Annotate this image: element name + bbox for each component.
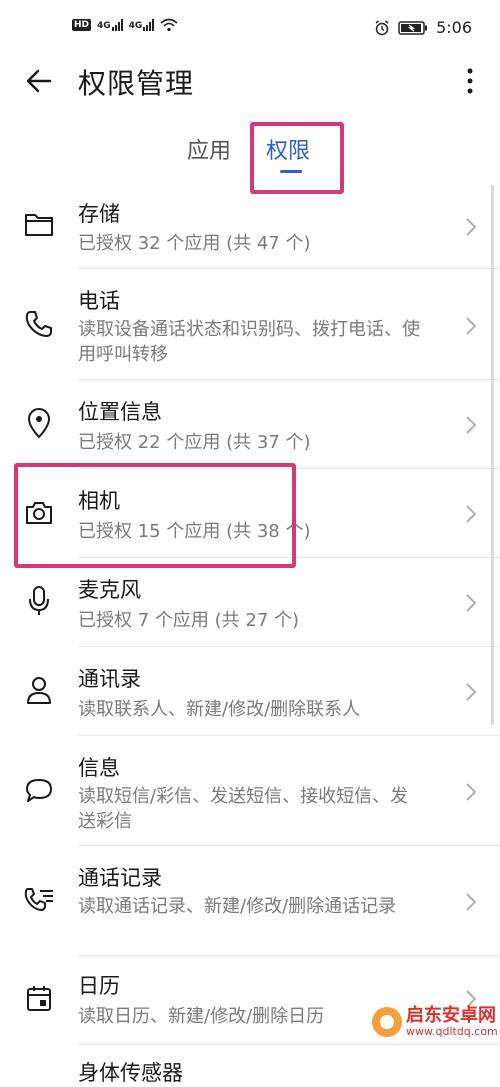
sim2-label: 4G [128, 21, 143, 31]
permission-name: 位置信息 [78, 400, 162, 424]
permission-row-location[interactable]: 位置信息 已授权 22 个应用 (共 37 个) [0, 380, 500, 469]
chevron-right-icon [466, 893, 477, 911]
wifi-icon [160, 18, 178, 32]
permission-list: 存储 已授权 32 个应用 (共 47 个) 电话 读取设备通话状态和识别码、拨… [0, 180, 500, 1085]
chevron-right-icon [466, 783, 477, 801]
tab-active-indicator [280, 170, 302, 173]
chevron-right-icon [466, 683, 477, 701]
tab-apps[interactable]: 应用 [187, 133, 231, 165]
permission-desc: 读取通话记录、新建/修改/删除通话记录 [78, 896, 397, 917]
chevron-right-icon [466, 594, 477, 612]
status-left: HD 4G 4G [72, 18, 178, 32]
clock: 5:06 [436, 18, 472, 37]
phone-icon [22, 307, 56, 341]
status-bar: HD 4G 4G 5:06 [0, 0, 500, 58]
watermark-title: 启东安卓网 [406, 1005, 496, 1026]
permission-desc: 读取设备通话状态和识别码、拨打电话、使用呼叫转移 [78, 319, 420, 365]
permission-name: 通话记录 [78, 866, 162, 890]
alarm-icon [375, 19, 389, 35]
hd-badge: HD [72, 19, 92, 31]
permission-desc: 读取短信/彩信、发送短信、接收短信、发送彩信 [78, 786, 409, 832]
tab-permissions[interactable]: 权限 [266, 133, 310, 165]
calendar-icon [22, 982, 56, 1016]
watermark: 启东安卓网 www.qdltdq.com [372, 1006, 498, 1038]
permission-row-storage[interactable]: 存储 已授权 32 个应用 (共 47 个) [0, 180, 500, 269]
message-bubble-icon [22, 774, 56, 808]
camera-icon [22, 496, 56, 530]
chevron-right-icon [466, 317, 477, 335]
permission-name: 通讯录 [78, 667, 141, 691]
permission-name: 相机 [78, 489, 120, 513]
watermark-logo [372, 1007, 402, 1037]
chevron-right-icon [466, 218, 477, 236]
sim1-label: 4G [97, 21, 111, 31]
sim1-signal-icon: 4G [97, 19, 123, 31]
permission-row-messages[interactable]: 信息 读取短信/彩信、发送短信、接收短信、发送彩信 [0, 736, 500, 846]
scrollbar[interactable] [491, 185, 494, 725]
folder-icon [22, 207, 56, 241]
permission-desc: 已授权 22 个应用 (共 37 个) [78, 432, 311, 453]
more-vertical-icon[interactable] [460, 66, 480, 96]
call-log-icon [22, 884, 56, 918]
chevron-right-icon [466, 416, 477, 434]
permission-desc: 读取联系人、新建/修改/删除联系人 [78, 699, 361, 720]
app-header: 权限管理 [0, 58, 500, 108]
arrow-left-icon[interactable] [24, 66, 54, 96]
permission-row-body-sensors[interactable]: 身体传感器 [0, 1045, 500, 1085]
status-right: 5:06 [374, 18, 472, 37]
permission-name: 麦克风 [78, 578, 141, 602]
contact-icon [22, 673, 56, 707]
permission-row-camera[interactable]: 相机 已授权 15 个应用 (共 38 个) [0, 469, 500, 558]
tab-bar: 应用 权限 [0, 128, 500, 180]
permission-row-contacts[interactable]: 通讯录 读取联系人、新建/修改/删除联系人 [0, 647, 500, 736]
permission-desc: 已授权 7 个应用 (共 27 个) [78, 610, 300, 631]
sim2-signal-icon: 4G [129, 19, 155, 31]
permission-row-phone[interactable]: 电话 读取设备通话状态和识别码、拨打电话、使用呼叫转移 [0, 269, 500, 380]
watermark-url: www.qdltdq.com [406, 1025, 498, 1038]
battery-charging-icon [398, 20, 428, 35]
permission-row-microphone[interactable]: 麦克风 已授权 7 个应用 (共 27 个) [0, 558, 500, 647]
permission-name: 电话 [78, 289, 120, 313]
watermark-text: 启东安卓网 www.qdltdq.com [406, 1006, 498, 1038]
page-title: 权限管理 [78, 67, 195, 100]
permission-name: 日历 [78, 974, 120, 998]
permission-desc: 已授权 32 个应用 (共 47 个) [78, 233, 311, 254]
permission-row-call-log[interactable]: 通话记录 读取通话记录、新建/修改/删除通话记录 [0, 846, 500, 956]
permission-name: 信息 [78, 756, 120, 780]
location-pin-icon [22, 406, 56, 440]
permission-desc: 已授权 15 个应用 (共 38 个) [78, 521, 311, 542]
microphone-icon [22, 584, 56, 618]
permission-name: 存储 [78, 202, 120, 226]
permission-name: 身体传感器 [78, 1061, 183, 1085]
chevron-right-icon [466, 505, 477, 523]
